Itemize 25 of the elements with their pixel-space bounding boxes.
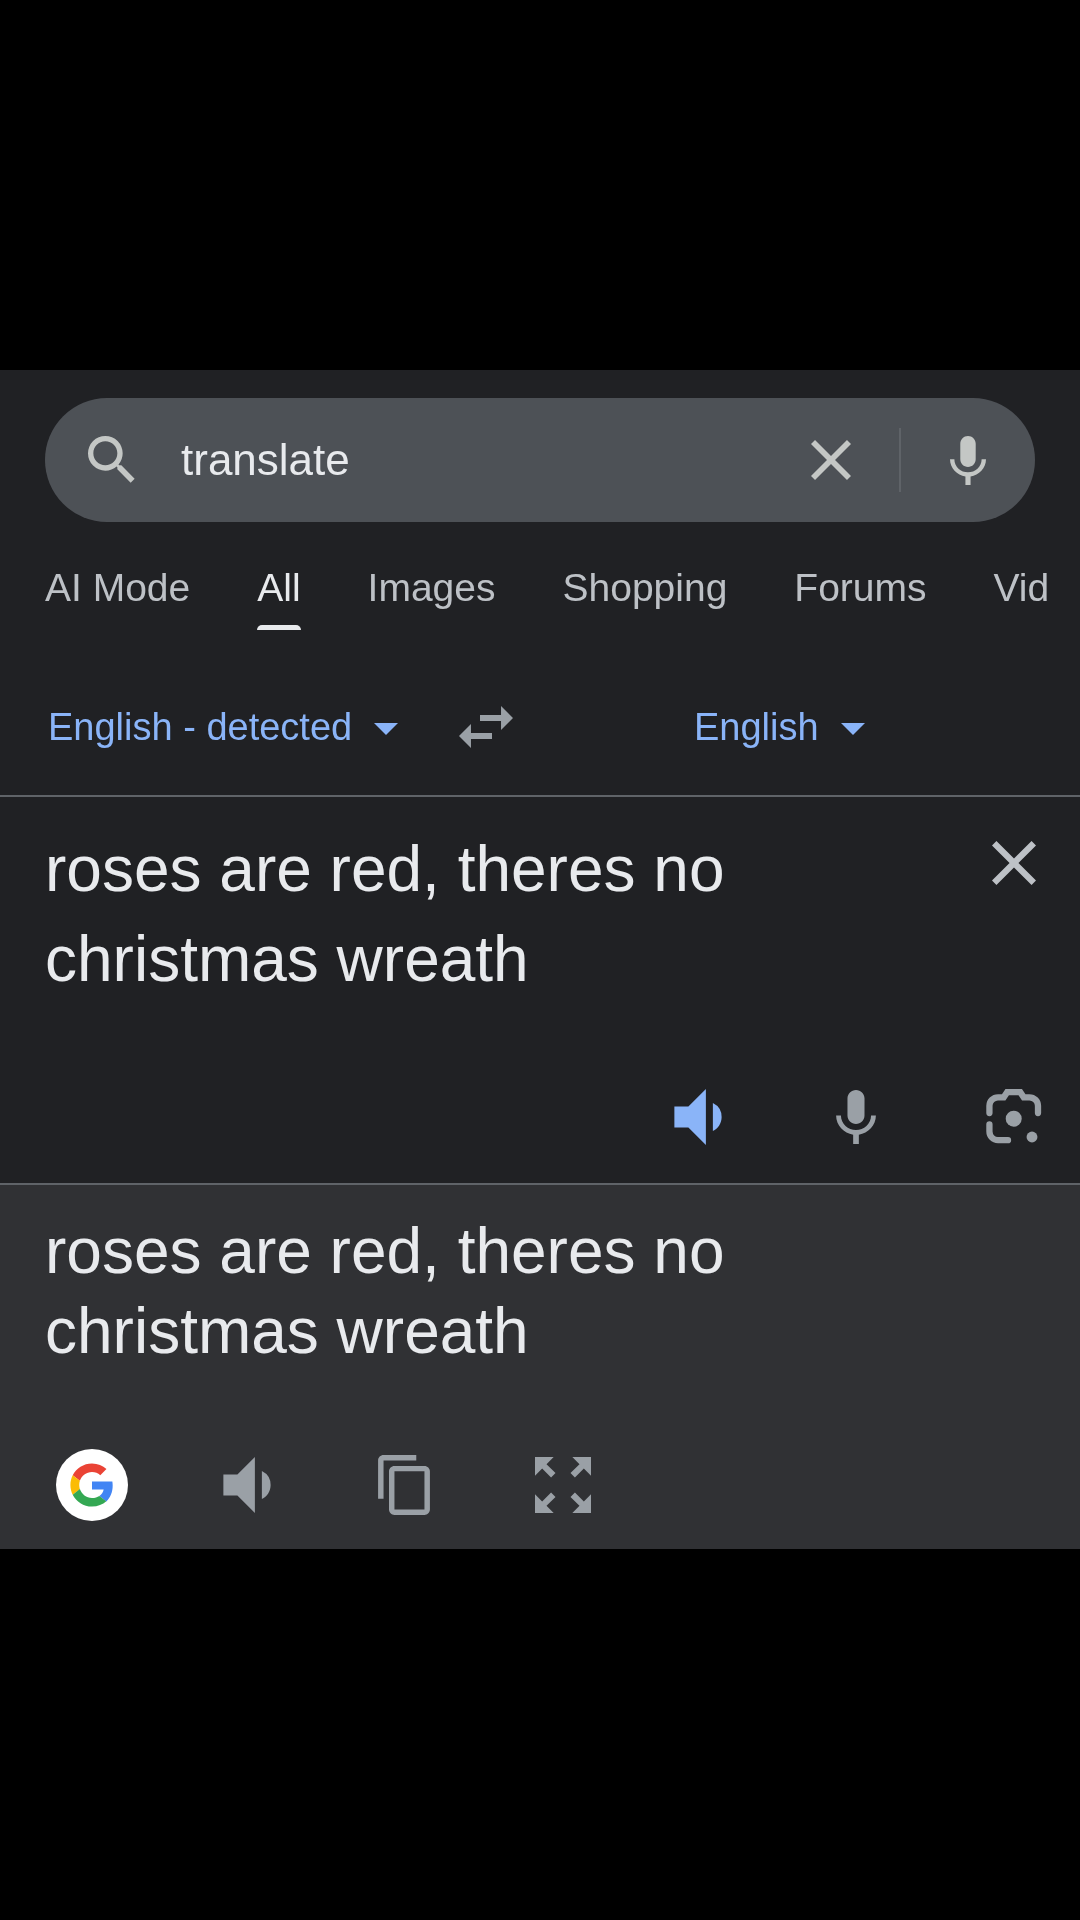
tab[interactable]: Forums — [794, 565, 927, 630]
search-icon[interactable] — [88, 436, 136, 484]
close-icon[interactable] — [811, 440, 851, 480]
source-text-field[interactable]: roses are red, theres no christmas wreath — [45, 824, 805, 1004]
language-selector[interactable]: English - detected — [48, 704, 399, 750]
tab[interactable]: Images — [367, 565, 496, 630]
g-logo-icon[interactable] — [56, 1449, 128, 1521]
tab[interactable]: Vid — [993, 565, 1050, 630]
translation-text: roses are red, theres no christmas wreath — [45, 1214, 726, 1369]
speaker-icon[interactable] — [674, 1089, 722, 1145]
expand-icon[interactable] — [535, 1457, 591, 1513]
mic-icon[interactable] — [950, 435, 986, 485]
search-field[interactable]: translate — [181, 433, 811, 487]
speaker-icon[interactable] — [223, 1457, 271, 1513]
copy-icon[interactable] — [378, 1455, 430, 1515]
caret-icon — [840, 723, 865, 735]
language-selector[interactable]: English — [694, 704, 865, 750]
tab[interactable]: AI Mode — [45, 565, 191, 630]
mic-icon[interactable] — [836, 1090, 876, 1144]
swap-icon[interactable] — [459, 706, 513, 748]
tab[interactable]: Shopping — [562, 565, 728, 630]
tab[interactable]: All — [257, 565, 301, 630]
close-icon[interactable] — [992, 841, 1036, 885]
camera-icon[interactable] — [986, 1089, 1042, 1145]
caret-icon — [374, 723, 399, 735]
